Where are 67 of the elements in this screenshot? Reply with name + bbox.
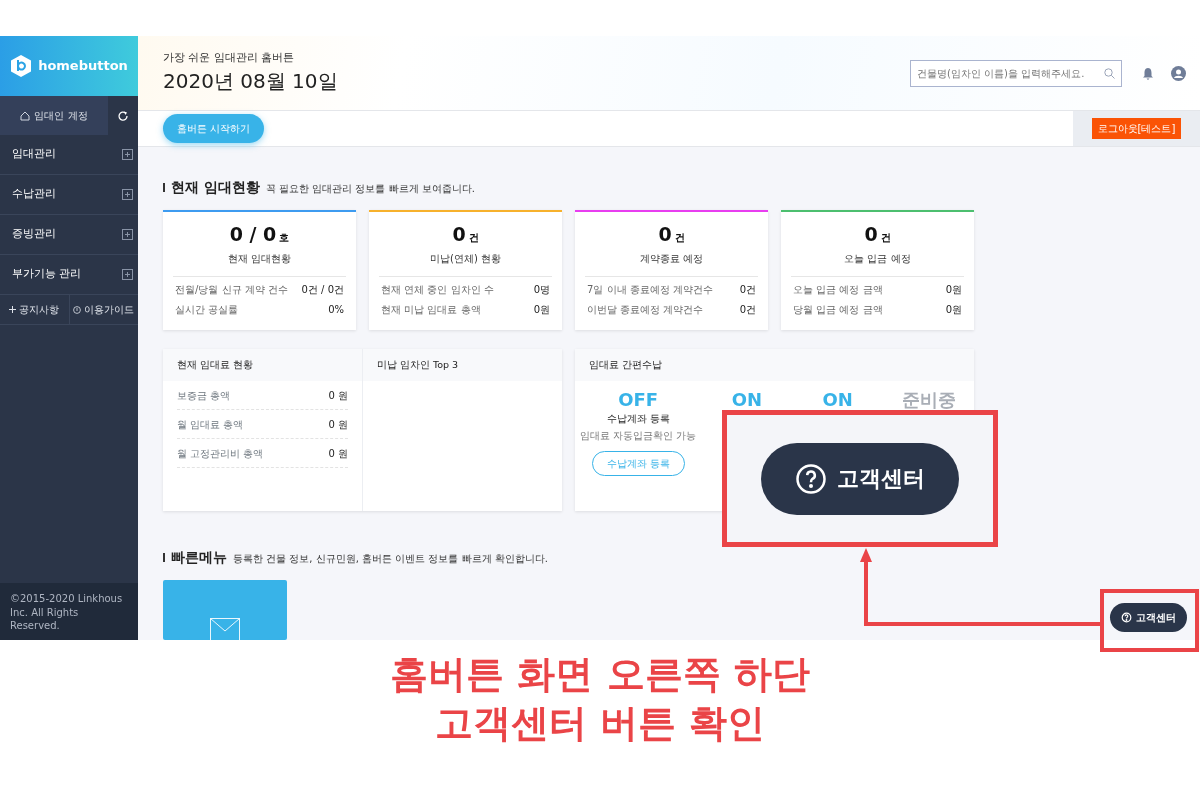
sidebar-link[interactable]: 공지사항: [0, 295, 69, 324]
stat-label: 전월/당월 신규 계약 건수: [175, 282, 288, 297]
stat-label: 월 고정관리비 총액: [177, 446, 264, 461]
help-icon: [795, 462, 827, 495]
status-label: 준비중: [900, 389, 957, 411]
option-title: 수납계좌 등록: [605, 411, 671, 426]
section-description: 꼭 필요한 임대관리 정보를 빠르게 보여줍니다.: [265, 182, 475, 196]
card-value: 0 건: [657, 222, 686, 247]
panel-title: 현재 임대료 현황: [163, 349, 362, 381]
logo-icon: [10, 54, 33, 78]
stat-value: 0명: [533, 282, 550, 297]
stat-value: 0 원: [328, 417, 348, 432]
status-label: ON: [730, 389, 764, 411]
option-note: 임대료 자동입금확인 가능: [579, 428, 698, 443]
stat-value: 0원: [533, 302, 550, 317]
header-subtitle: 가장 쉬운 임대관리 홈버튼: [163, 50, 295, 66]
title-marker: [163, 183, 165, 192]
stat-label: 현재 연체 중인 임차인 수: [381, 282, 494, 297]
stat-label: 이번달 종료예정 계약건수: [587, 302, 704, 317]
stat-value: 0원: [945, 302, 962, 317]
card-value: 0 건: [451, 222, 480, 247]
stat-value: 0건 / 0건: [301, 282, 344, 297]
date-title: 2020년 08월 10일: [163, 67, 338, 95]
user-icon[interactable]: [1171, 65, 1186, 81]
logo-text: homebutton: [38, 57, 128, 76]
stat-label: 오늘 입금 예정 금액: [793, 282, 883, 297]
section-title: 빠른메뉴: [171, 548, 227, 567]
stat-value: 0원: [945, 282, 962, 297]
card-label: 미납(연체) 현황: [379, 250, 552, 277]
account-button[interactable]: 임대인 계정: [0, 96, 108, 135]
caption-text: 고객센터 버튼 확인: [433, 700, 767, 748]
card-label: 오늘 입금 예정: [791, 250, 964, 277]
title-marker: [163, 553, 165, 562]
stat-value: 0%: [328, 302, 344, 317]
stat-value: 0 원: [328, 446, 348, 461]
stat-label: 월 임대료 총액: [177, 417, 244, 432]
caption-text: 홈버튼 화면 오른쪽 하단: [389, 651, 811, 698]
stat-value: 0 원: [328, 388, 348, 403]
bell-icon[interactable]: [1142, 66, 1154, 80]
copyright-text: ©2015-2020 Linkhous Inc. All Rights Reserved.: [10, 592, 124, 633]
home-icon: [20, 110, 31, 121]
info-icon: [73, 305, 82, 314]
plus-icon: [9, 306, 17, 313]
panel-title: 미납 임차인 Top 3: [363, 349, 562, 381]
stat-label: 현재 미납 임대료 총액: [381, 302, 481, 317]
stat-value: 0건: [739, 282, 756, 297]
help-button[interactable]: 고객센터: [1110, 603, 1187, 632]
mail-icon: [210, 618, 240, 640]
card-label: 계약종료 예정: [585, 250, 758, 277]
stat-label: 실시간 공실률: [175, 302, 239, 317]
panel-title: 임대료 간편수납: [575, 349, 974, 381]
help-icon: [1121, 612, 1132, 623]
stat-value: 0건: [739, 302, 756, 317]
search-field[interactable]: 건물명(임차인 이름)을 입력해주세요.: [910, 59, 1122, 87]
stat-label: 보증금 총액: [177, 388, 231, 403]
stat-label: 7일 이내 종료예정 계약건수: [587, 282, 713, 297]
section-title: 현재 임대현황: [171, 178, 260, 197]
search-icon[interactable]: [1104, 67, 1115, 79]
refresh-icon[interactable]: [117, 109, 129, 122]
card-label: 현재 임대현황: [173, 250, 346, 277]
card-value: 0 건: [863, 222, 892, 247]
section-description: 등록한 건물 정보, 신규민원, 홈버튼 이벤트 정보를 빠르게 확인합니다.: [233, 552, 548, 566]
stat-label: 당월 입금 예정 금액: [793, 302, 883, 317]
quick-menu-tile[interactable]: [163, 580, 287, 640]
status-label: ON: [821, 389, 854, 411]
status-label: OFF: [617, 389, 660, 411]
card-value: 0 / 0 호: [228, 222, 291, 247]
